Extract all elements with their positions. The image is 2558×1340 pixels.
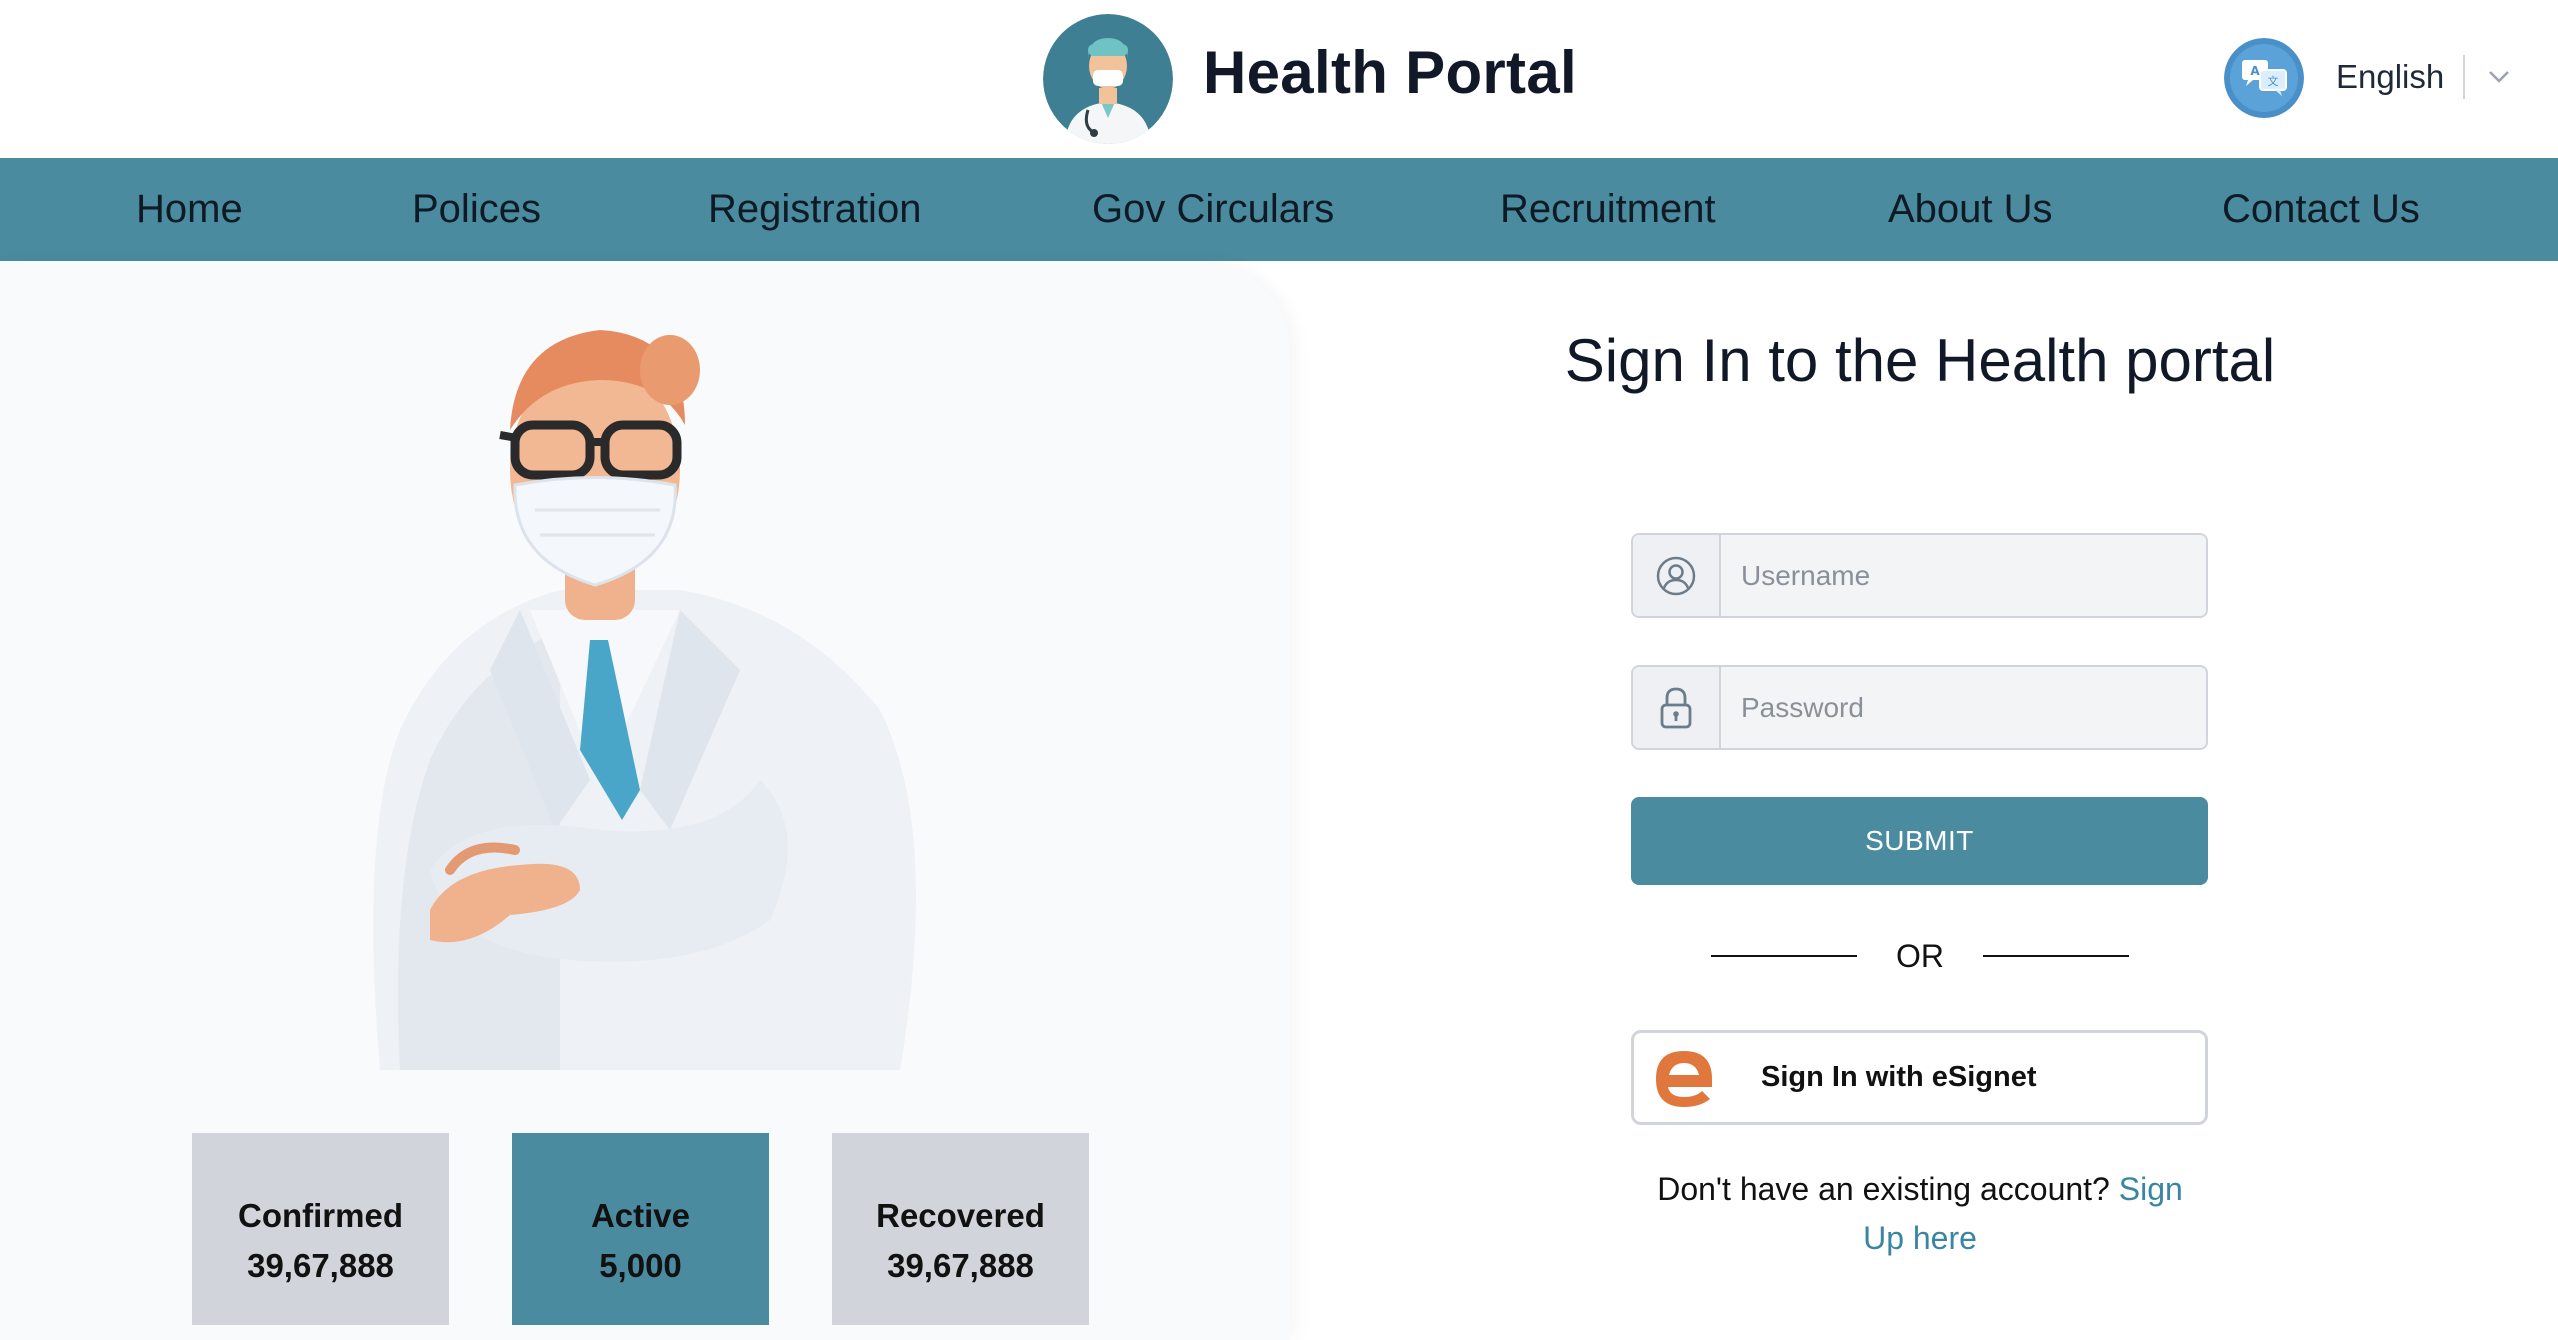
username-field [1631, 533, 2208, 618]
nav-polices[interactable]: Polices [412, 158, 541, 261]
stat-value: 5,000 [599, 1247, 682, 1284]
esignet-label: Sign In with eSignet [1761, 1061, 2037, 1093]
brand-title: Health Portal [1203, 39, 1577, 106]
user-icon [1633, 535, 1721, 616]
or-separator: OR [1896, 938, 1944, 974]
svg-text:文: 文 [2268, 74, 2279, 88]
stat-confirmed: Confirmed 39,67,888 [192, 1133, 449, 1325]
signup-text: Don't have an existing account? [1657, 1171, 2119, 1207]
language-divider [2463, 55, 2465, 99]
nav-recruitment[interactable]: Recruitment [1500, 158, 1716, 261]
stat-recovered: Recovered 39,67,888 [832, 1133, 1089, 1325]
signup-prompt: Don't have an existing account? Sign Up … [1640, 1165, 2200, 1263]
stat-active: Active 5,000 [512, 1133, 769, 1325]
chevron-down-icon[interactable] [2484, 62, 2514, 92]
translate-icon[interactable]: A 文 [2224, 38, 2304, 118]
password-field [1631, 665, 2208, 750]
header: Health Portal A 文 English [0, 0, 2558, 158]
stat-label: Confirmed [238, 1197, 403, 1234]
signin-title: Sign In to the Health portal [1564, 327, 2276, 394]
main-nav: Home Polices Registration Gov Circulars … [0, 158, 2558, 261]
stat-value: 39,67,888 [247, 1247, 394, 1284]
nav-registration[interactable]: Registration [708, 158, 921, 261]
esignet-signin-button[interactable]: Sign In with eSignet [1631, 1030, 2208, 1125]
nav-home[interactable]: Home [136, 158, 243, 261]
divider-left [1711, 955, 1857, 957]
nav-about-us[interactable]: About Us [1888, 158, 2053, 261]
doctor-avatar-icon[interactable] [1043, 14, 1173, 144]
doctor-illustration [340, 310, 960, 1070]
esignet-logo-icon [1652, 1047, 1716, 1109]
lock-icon [1633, 667, 1721, 748]
submit-button[interactable]: SUBMIT [1631, 797, 2208, 885]
username-input[interactable] [1721, 535, 2206, 616]
svg-text:A: A [2250, 64, 2260, 78]
password-input[interactable] [1721, 667, 2206, 748]
stat-value: 39,67,888 [887, 1247, 1034, 1284]
nav-contact-us[interactable]: Contact Us [2222, 158, 2420, 261]
divider-right [1983, 955, 2129, 957]
language-select-value[interactable]: English [2336, 58, 2444, 96]
stat-label: Recovered [876, 1197, 1045, 1234]
nav-gov-circulars[interactable]: Gov Circulars [1092, 158, 1334, 261]
stat-label: Active [590, 1197, 691, 1234]
